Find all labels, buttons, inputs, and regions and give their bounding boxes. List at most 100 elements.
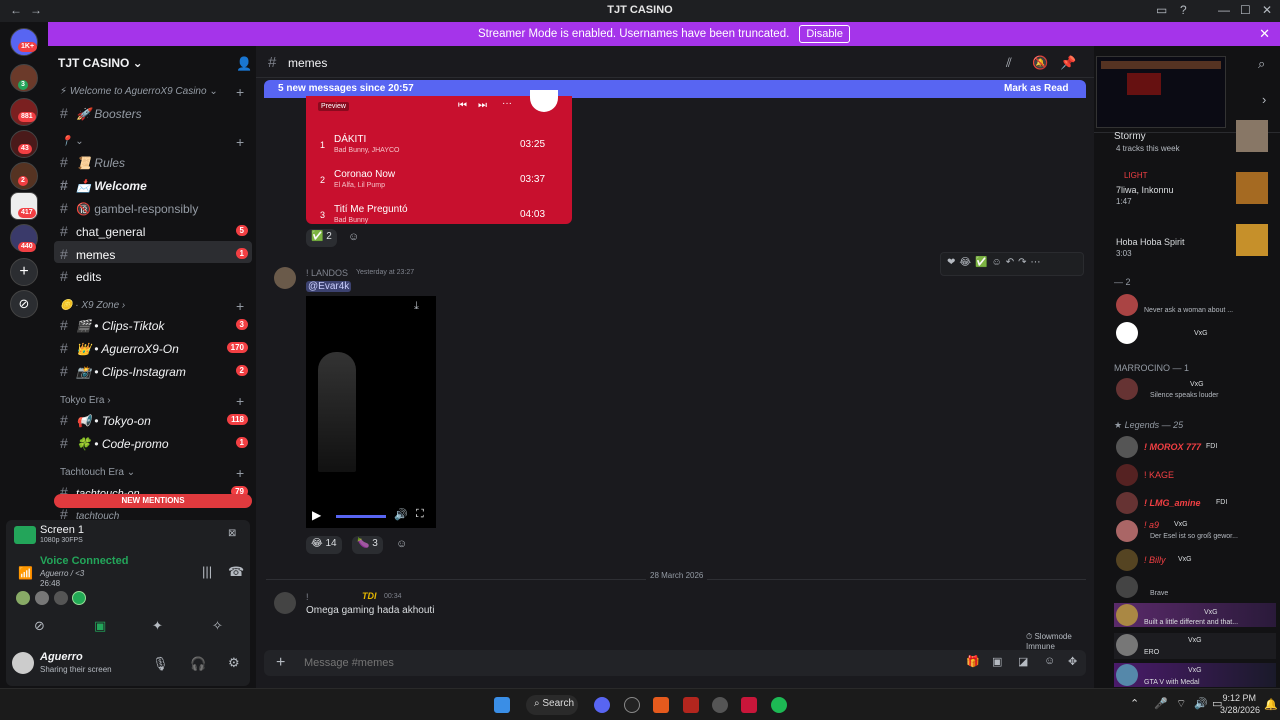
start-menu-icon[interactable] xyxy=(494,697,510,713)
discord-taskbar-icon[interactable] xyxy=(594,697,610,713)
message-author[interactable]: TDI xyxy=(362,591,377,601)
headphones-icon[interactable]: 🎧 xyxy=(190,656,206,672)
message-input[interactable] xyxy=(304,654,904,672)
member-name[interactable]: ! KAGE xyxy=(1144,470,1174,480)
track-row[interactable]: 1 DÁKITI Bad Bunny, JHAYCO 03:25 xyxy=(314,134,564,164)
gift-icon[interactable]: 🎁 xyxy=(966,655,980,668)
add-member-icon[interactable]: 👤 xyxy=(236,56,252,72)
avatar[interactable] xyxy=(274,267,296,289)
spotify-taskbar-icon[interactable] xyxy=(771,697,787,713)
discover-icon[interactable]: ⊘ xyxy=(10,290,38,318)
add-channel-icon[interactable]: + xyxy=(236,465,244,481)
stop-stream-icon[interactable]: ⊠ xyxy=(228,528,236,539)
disable-button[interactable]: Disable xyxy=(799,25,850,43)
channel-clips-tiktok[interactable]: # 🎬 • Clips-Tiktok xyxy=(60,317,164,333)
mic-icon[interactable]: 🎙 xyxy=(152,656,169,672)
voice-channel[interactable]: Aguerro / <3 xyxy=(40,569,84,578)
play-button[interactable] xyxy=(530,90,558,112)
voice-avatar[interactable] xyxy=(72,591,86,605)
gif-icon[interactable]: ▣ xyxy=(992,655,1002,668)
album-art[interactable] xyxy=(1236,172,1268,204)
volume-icon[interactable]: 🔊 xyxy=(394,508,408,521)
channel-edits[interactable]: # edits xyxy=(60,268,101,284)
member-name[interactable]: ! Billy xyxy=(1144,555,1166,565)
user-mention[interactable]: @Evar4k xyxy=(306,281,352,292)
add-channel-icon[interactable]: + xyxy=(236,84,244,100)
avatar[interactable] xyxy=(1116,464,1138,486)
add-channel-icon[interactable]: + xyxy=(236,134,244,150)
category-tokyo-era[interactable]: Tokyo Era › xyxy=(60,395,111,406)
screen-share-toggle-icon[interactable]: ▣ xyxy=(94,618,106,634)
help-icon[interactable]: ? xyxy=(1180,3,1187,17)
avatar[interactable] xyxy=(1116,378,1138,400)
category-tachtouch-era[interactable]: Tachtouch Era ⌄ xyxy=(60,467,135,478)
disconnect-icon[interactable]: ☎ xyxy=(228,564,244,580)
chevron-right-icon[interactable]: › xyxy=(1262,92,1266,107)
mute-icon[interactable]: 🔕 xyxy=(1032,55,1048,71)
clock-time[interactable]: 9:12 PM xyxy=(1222,693,1256,703)
noise-suppression-icon[interactable]: ||| xyxy=(202,564,212,579)
avatar[interactable] xyxy=(1116,604,1138,626)
album-art[interactable] xyxy=(1236,224,1268,256)
attach-plus-icon[interactable]: + xyxy=(276,654,285,672)
message-author[interactable]: ! LANDOS xyxy=(306,268,348,278)
message-toolbar[interactable]: ❤😂✅☺↶↷⋯ xyxy=(940,252,1084,276)
play-video-icon[interactable]: ▶ xyxy=(312,508,321,522)
avatar[interactable] xyxy=(274,592,296,614)
inbox-icon[interactable]: ▭ xyxy=(1156,3,1167,17)
avatar[interactable] xyxy=(1116,664,1138,686)
settings-gear-icon[interactable]: ⚙ xyxy=(228,655,240,671)
avatar[interactable] xyxy=(1116,294,1138,316)
avatar[interactable] xyxy=(1116,322,1138,344)
reaction-check[interactable]: ✅ 2 xyxy=(306,229,337,247)
brave-taskbar-icon[interactable] xyxy=(653,697,669,713)
add-channel-icon[interactable]: + xyxy=(236,298,244,314)
steam-taskbar-icon[interactable] xyxy=(712,697,728,713)
channel-welcome[interactable]: # 📩 Welcome xyxy=(60,177,147,193)
taskbar-search[interactable]: ⌕ Search xyxy=(526,695,578,715)
activity-name[interactable]: LIGHT xyxy=(1124,171,1148,180)
voice-avatar[interactable] xyxy=(16,591,30,605)
track-row[interactable]: 3 Tití Me Preguntó Bad Bunny 04:03 xyxy=(314,204,564,234)
channel-aguerrox9-on[interactable]: # 👑 • AguerroX9-On xyxy=(60,340,179,356)
clock-date[interactable]: 3/28/2026 xyxy=(1214,705,1260,715)
volume-tray-icon[interactable]: 🔊 xyxy=(1194,697,1208,710)
avatar[interactable] xyxy=(1116,492,1138,514)
voice-avatar[interactable] xyxy=(35,591,49,605)
wifi-icon[interactable]: ⌔ xyxy=(1176,697,1186,711)
track-row[interactable]: 2 Coronao Now El Alfa, Lil Pump 03:37 xyxy=(314,169,564,199)
channel-gambel[interactable]: # 🔞 gambel-responsibly xyxy=(60,200,198,216)
notifications-icon[interactable]: 🔔 xyxy=(1264,698,1278,711)
avatar[interactable] xyxy=(1116,634,1138,656)
activity-name[interactable]: Hoba Hoba Spirit xyxy=(1116,237,1185,247)
search-icon[interactable]: ⌕ xyxy=(1258,56,1265,72)
member-name[interactable]: ! a9 xyxy=(1144,520,1159,530)
voice-avatar[interactable] xyxy=(54,591,68,605)
channel-tokyo-on[interactable]: # 📢 • Tokyo-on xyxy=(60,412,151,428)
video-attachment[interactable]: ⤓ ▶ 🔊 ⛶ xyxy=(306,296,436,528)
sticker-icon[interactable]: ◪ xyxy=(1018,655,1028,668)
mic-tray-icon[interactable]: 🎤 xyxy=(1154,697,1168,710)
chevron-up-icon[interactable]: ⌃ xyxy=(1130,697,1139,710)
apps-icon[interactable]: ✥ xyxy=(1068,655,1077,668)
close-window-icon[interactable]: ✕ xyxy=(1262,3,1272,17)
maximize-icon[interactable]: ☐ xyxy=(1240,3,1251,17)
avatar[interactable] xyxy=(12,652,34,674)
category-x9-zone[interactable]: 🪙 · X9 Zone › xyxy=(60,300,125,311)
avatar[interactable] xyxy=(1116,436,1138,458)
channel-memes[interactable]: # memes xyxy=(60,246,115,262)
channel-rules[interactable]: # 📜 Rules xyxy=(60,154,125,170)
emoji-icon[interactable]: ☺ xyxy=(1044,655,1055,667)
reaction-eggplant[interactable]: 🍆 3 xyxy=(352,536,383,554)
channel-clips-instagram[interactable]: # 📸 • Clips-Instagram xyxy=(60,363,186,379)
add-channel-icon[interactable]: + xyxy=(236,393,244,409)
album-art[interactable] xyxy=(1236,120,1268,152)
threads-icon[interactable]: ⫽ xyxy=(1006,55,1012,71)
prev-track-icon[interactable]: ⏮ xyxy=(458,100,467,111)
member-name[interactable]: ! LMG_amine xyxy=(1144,498,1201,508)
close-banner-icon[interactable]: ✕ xyxy=(1259,26,1270,42)
minimize-icon[interactable]: — xyxy=(1218,3,1230,17)
github-taskbar-icon[interactable] xyxy=(624,697,640,713)
stream-preview-thumbnail[interactable] xyxy=(1096,56,1226,128)
avatar[interactable] xyxy=(1116,520,1138,542)
